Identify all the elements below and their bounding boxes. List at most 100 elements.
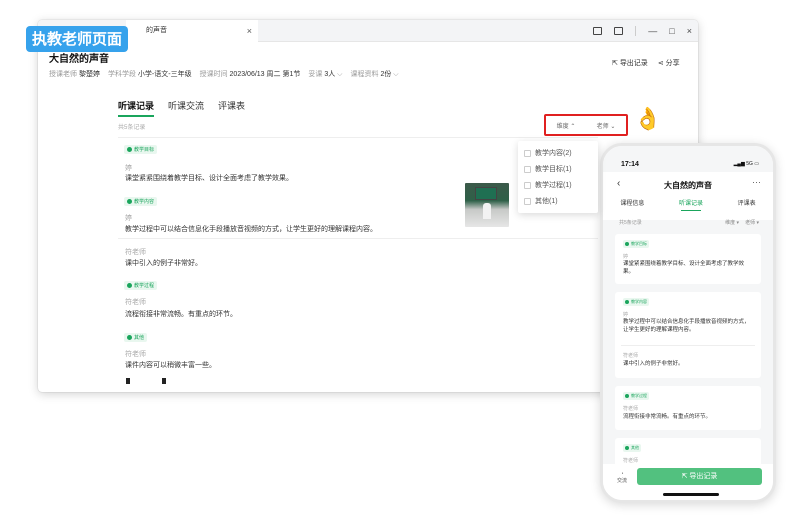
phone-dimension-filter[interactable]: 维度 ▾ [725,219,739,226]
export-button[interactable]: ⇱ 导出记录 [612,58,648,68]
teacher-figure [483,203,491,219]
classroom-photo[interactable] [465,183,509,227]
phone-header: ‹ 大自然的声音 ··· 课程信息 听课记录 评课表 [603,172,773,220]
dropdown-option[interactable]: 教学过程(1) [524,177,592,193]
record-tabs: 听课记录 听课交流 评课表 [118,99,245,117]
tag-icon [127,199,132,204]
dropdown-option[interactable]: 其他(1) [524,193,592,209]
tag-badge: 教学过程 [623,392,649,400]
record-count: 共5条记录 [118,125,146,131]
checkbox-icon [524,197,531,205]
dropdown-option[interactable]: 教学目标(1) [524,161,592,177]
tab-records[interactable]: 听课记录 [118,99,155,117]
tag-icon [127,147,132,152]
tag-badge: 其他 [124,333,148,342]
record-text: 流程衔接非常流畅。有重点的环节。 [125,311,237,318]
divider [118,137,598,138]
record-author: 婷 [623,254,629,260]
phone-record-card: 教学目标 婷 课堂紧紧围绕着教学目标、设计全面考虑了教学效果。 [615,234,761,284]
record-author: 婷 [623,312,629,318]
meta-time: 授课时间 2023/06/13 周二 第1节 [199,71,301,78]
tag-badge: 教学过程 [124,281,158,290]
record-text: 课堂紧紧围绕着教学目标、设计全面考虑了教学效果。 [623,261,745,275]
maximize-icon[interactable]: □ [669,26,674,36]
dropdown-option[interactable]: 教学内容(2) [524,145,592,161]
tag-badge: 教学内容 [124,197,158,206]
phone-tab-records[interactable]: 听课记录 [679,198,703,211]
record-author: 符老师 [125,249,146,256]
record-text: 教学过程中可以结合信息化手段播放音视频的方式，让学生更好的理解课程内容。 [623,319,750,333]
tag-badge: 教学目标 [124,145,158,154]
status-icons: ▂▄▆ 5G ▭ [733,161,759,167]
record-author: 符老师 [125,299,146,306]
phone-record-card: 教学内容 婷 教学过程中可以结合信息化手段播放音视频的方式，让学生更好的理解课程… [615,292,761,378]
tab-close-icon[interactable]: × [247,20,252,42]
scroll-handle-left [126,378,130,384]
phone-screen: 17:14 ▂▄▆ 5G ▭ ‹ 大自然的声音 ··· 课程信息 听课记录 评课… [603,146,773,500]
course-meta: 授课老师 黎楚婷 学科学段 小学-语文-三年级 授课时间 2023/06/13 … [49,69,399,79]
phone-record-card: 教学过程 符老师 流程衔接非常流畅。有重点的环节。 [615,386,761,430]
browser-tab[interactable]: 的声音 × [126,20,258,42]
divider [118,238,598,239]
tab-title: 的声音 [146,27,167,34]
record-text: 课中引入的例子非常好。 [623,361,684,367]
dimension-filter[interactable]: 维度 ⌃ [557,121,576,130]
tag-icon [625,446,629,450]
record-text: 课中引入的例子非常好。 [125,260,202,267]
blackboard-shape [475,187,497,200]
record-text: 教学过程中可以结合信息化手段播放音视频的方式，让学生更好的理解课程内容。 [125,226,377,233]
meta-teacher: 授课老师 黎楚婷 [49,71,100,78]
phone-title: 大自然的声音 [664,181,712,190]
mail-icon[interactable] [614,27,624,35]
feedback-icon[interactable] [593,27,603,35]
minimize-icon[interactable]: — [648,26,657,36]
header-actions: ⇱ 导出记录 ⋖ 分享 [612,58,680,68]
record-author: 符老师 [623,458,639,464]
close-icon[interactable]: × [687,26,692,36]
meta-materials: 课程资料 2份 ⌵ [350,71,399,78]
tag-icon [127,335,132,340]
tag-icon [127,283,132,288]
record-text: 课堂紧紧围绕着教学目标、设计全面考虑了教学效果。 [125,175,293,182]
checkbox-icon [524,181,531,189]
divider [621,345,755,346]
phone-record-count: 共5条记录 [619,220,642,226]
phone-export-button[interactable]: ⇱ 导出记录 [637,468,762,485]
phone-tab-info[interactable]: 课程信息 [620,198,644,207]
phone-teacher-filter[interactable]: 老师 ▾ [745,219,759,226]
phone-filters: 维度 ▾ 老师 ▾ [725,219,759,226]
tab-evaluation[interactable]: 评课表 [218,99,245,112]
page-badge: 执教老师页面 [26,26,129,52]
phone-tab-evaluation[interactable]: 评课表 [738,198,756,207]
tag-icon [625,242,629,246]
record-author: 婷 [125,165,132,172]
tag-badge: 教学目标 [623,240,649,248]
record-author: 符老师 [623,406,639,412]
checkbox-icon [524,165,531,173]
chat-icon[interactable]: ◔ 交流 [617,471,627,484]
share-button[interactable]: ⋖ 分享 [658,58,680,68]
phone-bottom-bar: ◔ 交流 ⇱ 导出记录 [603,464,773,500]
window-controls: — □ × [593,20,692,42]
phone-tabs: 课程信息 听课记录 评课表 [603,198,773,211]
ok-hand-icon: 👌 [634,106,662,131]
record-author: 婷 [125,215,132,222]
teacher-filter[interactable]: 老师 ⌄ [597,121,616,130]
home-indicator [663,493,719,496]
record-author: 符老师 [623,353,639,359]
meta-listeners: 妥课 3人 ⌵ [308,71,343,78]
checkbox-icon [524,149,531,157]
tag-icon [625,394,629,398]
scroll-handle-right [162,378,166,384]
status-time: 17:14 [621,161,639,168]
phone-mockup: 17:14 ▂▄▆ 5G ▭ ‹ 大自然的声音 ··· 课程信息 听课记录 评课… [600,143,776,503]
horizontal-scrollbar[interactable] [126,378,168,384]
course-title: 大自然的声音 [49,54,109,65]
more-icon[interactable]: ··· [752,177,761,187]
tag-badge: 其他 [623,444,641,452]
record-author: 符老师 [125,351,146,358]
record-text: 流程衔接非常流畅。有重点的环节。 [623,414,712,420]
tag-badge: 教学内容 [623,298,649,306]
filter-bar: 维度 ⌃ 老师 ⌄ [544,114,628,136]
tab-exchange[interactable]: 听课交流 [168,99,204,112]
